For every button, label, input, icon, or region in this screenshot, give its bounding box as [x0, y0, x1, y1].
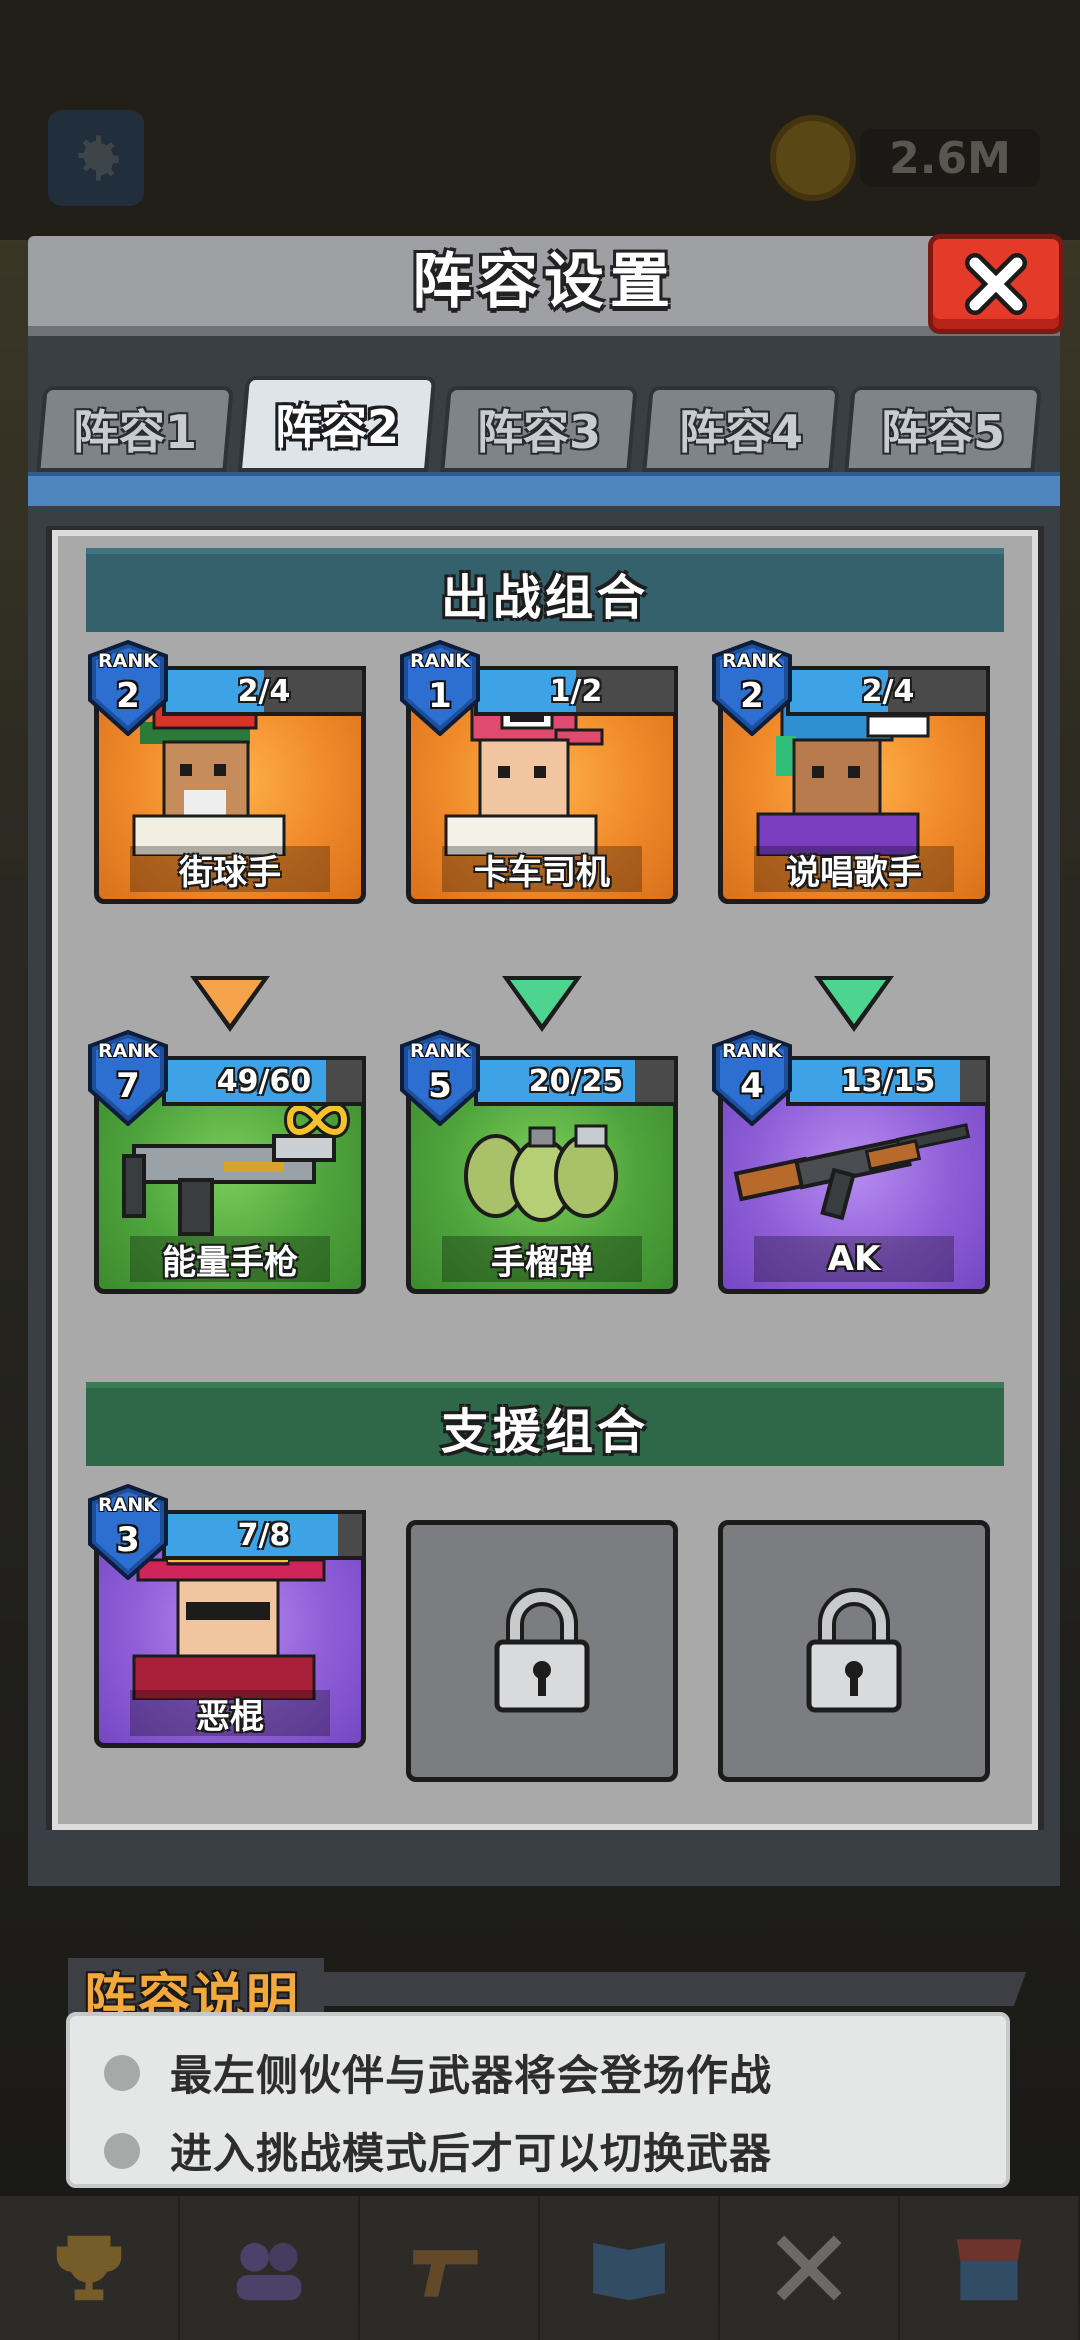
progress-bar: 49/60 — [162, 1056, 366, 1106]
partner-card-rapper[interactable]: 2/4 RANK 2 说唱歌手 — [712, 640, 990, 904]
lock-icon — [494, 1588, 590, 1713]
rank-badge: RANK 2 — [86, 640, 170, 736]
progress-text: 2/4 — [237, 673, 291, 709]
weapon-card-ak[interactable]: 13/15 RANK 4 AK — [712, 1030, 990, 1294]
progress-bar: 13/15 — [786, 1056, 990, 1106]
rank-label: RANK — [98, 1040, 158, 1062]
info-box: 最左侧伙伴与武器将会登场作战 进入挑战模式后才可以切换武器 — [66, 2012, 1010, 2188]
tab-lineup-1[interactable]: 阵容1 — [36, 386, 234, 472]
team-icon — [236, 2242, 302, 2301]
rank-number: 1 — [428, 676, 452, 716]
nav-weapons[interactable] — [360, 2196, 540, 2340]
infinity-icon — [284, 1102, 350, 1138]
modal-title: 阵容设置 — [412, 247, 676, 317]
rank-badge: RANK 2 — [710, 640, 794, 736]
partner-name: 恶棍 — [130, 1690, 330, 1737]
nav-trophy[interactable] — [0, 2196, 180, 2340]
rank-badge: RANK 5 — [398, 1030, 482, 1126]
arrow-down-icon — [190, 976, 270, 1032]
partner-card-truck-driver[interactable]: 1/2 RANK 1 卡车司机 — [400, 640, 678, 904]
progress-bar: 1/2 — [474, 666, 678, 716]
progress-bar: 2/4 — [786, 666, 990, 716]
battle-icon — [776, 2235, 842, 2301]
close-button[interactable] — [928, 234, 1064, 334]
tab-label: 阵容4 — [678, 405, 803, 459]
bullet-icon — [104, 2132, 140, 2169]
tab-lineup-5[interactable]: 阵容5 — [844, 386, 1042, 472]
progress-text: 49/60 — [216, 1063, 312, 1099]
trophy-icon — [56, 2235, 122, 2301]
arrow-down-icon — [814, 976, 894, 1032]
support-section-title: 支援组合 — [86, 1382, 1004, 1466]
progress-bar: 7/8 — [162, 1510, 366, 1560]
book-icon — [593, 2242, 665, 2301]
info-line: 最左侧伙伴与武器将会登场作战 — [104, 2042, 772, 2103]
rank-number: 3 — [116, 1520, 140, 1560]
progress-text: 1/2 — [549, 673, 603, 709]
weapon-card-grenade[interactable]: 20/25 RANK 5 手榴弹 — [400, 1030, 678, 1294]
nav-shop[interactable] — [900, 2196, 1080, 2340]
rank-label: RANK — [410, 650, 470, 672]
rank-badge: RANK 3 — [86, 1484, 170, 1580]
tab-label: 阵容2 — [274, 400, 399, 454]
rank-number: 7 — [116, 1066, 140, 1106]
rank-label: RANK — [98, 650, 158, 672]
progress-text: 7/8 — [237, 1517, 291, 1553]
tab-lineup-3[interactable]: 阵容3 — [440, 386, 638, 472]
tab-label: 阵容1 — [72, 405, 197, 459]
modal-header: 阵容设置 — [28, 236, 1060, 336]
rank-badge: RANK 1 — [398, 640, 482, 736]
nav-book[interactable] — [540, 2196, 720, 2340]
tab-underline — [28, 472, 1060, 506]
rank-label: RANK — [98, 1494, 158, 1516]
partner-card-street-baller[interactable]: 2/4 RANK 2 街球手 — [88, 640, 366, 904]
progress-text: 20/25 — [528, 1063, 624, 1099]
weapon-name: AK — [754, 1236, 954, 1282]
partner-name: 卡车司机 — [442, 846, 642, 893]
tab-lineup-2[interactable]: 阵容2 — [237, 376, 437, 472]
tab-label: 阵容5 — [880, 405, 1005, 459]
rank-number: 2 — [116, 676, 140, 716]
progress-bar: 2/4 — [162, 666, 366, 716]
lock-icon — [806, 1588, 902, 1713]
nav-team[interactable] — [180, 2196, 360, 2340]
rank-label: RANK — [410, 1040, 470, 1062]
locked-support-slot[interactable] — [406, 1520, 678, 1782]
rank-label: RANK — [722, 650, 782, 672]
progress-text: 2/4 — [861, 673, 915, 709]
rank-badge: RANK 4 — [710, 1030, 794, 1126]
info-line: 进入挑战模式后才可以切换武器 — [104, 2120, 772, 2181]
partner-name: 说唱歌手 — [754, 846, 954, 893]
shop-icon — [956, 2239, 1022, 2301]
info-title-strip — [293, 1972, 1027, 2006]
progress-bar: 20/25 — [474, 1056, 678, 1106]
bottom-nav — [0, 2196, 1080, 2340]
rank-number: 2 — [740, 676, 764, 716]
battle-section-title: 出战组合 — [86, 548, 1004, 632]
lineup-tabs: 阵容1 阵容2 阵容3 阵容4 阵容5 — [36, 376, 1050, 472]
weapon-name: 手榴弹 — [442, 1236, 642, 1283]
rank-label: RANK — [722, 1040, 782, 1062]
rank-number: 5 — [428, 1066, 452, 1106]
weapon-name: 能量手枪 — [130, 1236, 330, 1283]
partner-name: 街球手 — [130, 846, 330, 893]
close-icon — [965, 253, 1027, 315]
bullet-icon — [104, 2054, 140, 2091]
rank-badge: RANK 7 — [86, 1030, 170, 1126]
nav-battle[interactable] — [720, 2196, 900, 2340]
info-text: 进入挑战模式后才可以切换武器 — [170, 2129, 773, 2178]
tab-lineup-4[interactable]: 阵容4 — [642, 386, 840, 472]
locked-support-slot[interactable] — [718, 1520, 990, 1782]
progress-text: 13/15 — [840, 1063, 936, 1099]
info-text: 最左侧伙伴与武器将会登场作战 — [170, 2051, 773, 2100]
arrow-down-icon — [502, 976, 582, 1032]
tab-label: 阵容3 — [476, 405, 601, 459]
rank-number: 4 — [740, 1066, 764, 1106]
weapon-card-energy-pistol[interactable]: 49/60 RANK 7 能量手枪 — [88, 1030, 366, 1294]
pistol-icon — [413, 2250, 478, 2297]
support-card-thug[interactable]: 7/8 RANK 3 恶棍 — [88, 1484, 366, 1748]
